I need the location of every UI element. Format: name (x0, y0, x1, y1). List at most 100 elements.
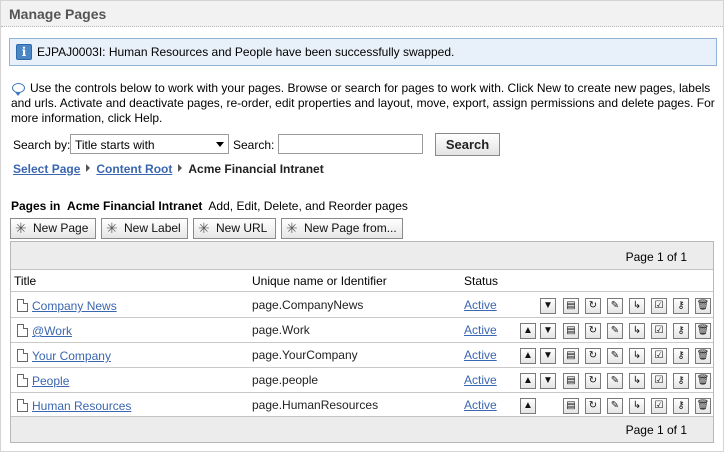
refresh-icon[interactable]: ↻ (585, 298, 601, 314)
permissions-key-icon[interactable]: ⚷ (673, 323, 689, 339)
delete-trash-icon[interactable]: 🗑 (695, 348, 711, 364)
page-document-icon (17, 324, 28, 337)
column-unique-name: Unique name or Identifier (252, 274, 387, 288)
page-document-icon (17, 349, 28, 362)
help-text: Use the controls below to work with your… (11, 81, 715, 125)
breadcrumb-content-root[interactable]: Content Root (96, 162, 172, 176)
column-status: Status (464, 274, 499, 288)
properties-icon[interactable]: ▤ (563, 298, 579, 314)
pages-in-name: Acme Financial Intranet (67, 199, 203, 213)
page-toolbar: ✳ New Page ✳ New Label ✳ New URL ✳ New Page … (10, 218, 510, 239)
export-icon[interactable]: ☑ (651, 323, 667, 339)
delete-trash-icon[interactable]: 🗑 (695, 323, 711, 339)
new-star-icon: ✳ (106, 220, 118, 236)
new-page-label: New Page (33, 221, 89, 235)
page-title-link[interactable]: Human Resources (32, 399, 131, 413)
table-row: @Work page.Work Active ▲ ▼ ▤ ↻ ✎ ↳ ☑ ⚷ 🗑 (11, 318, 713, 343)
refresh-icon[interactable]: ↻ (585, 323, 601, 339)
table-header: Title Unique name or Identifier Status (11, 270, 713, 292)
info-icon: i (16, 44, 32, 60)
edit-layout-icon[interactable]: ✎ (607, 348, 623, 364)
edit-layout-icon[interactable]: ✎ (607, 398, 623, 414)
table-row: People page.people Active ▲ ▼ ▤ ↻ ✎ ↳ ☑ ⚷ 🗑 (11, 368, 713, 393)
table-row: Company News page.CompanyNews Active ▼ ▤ ↻ ✎ ↳ ☑… (11, 293, 713, 318)
page-status-link[interactable]: Active (464, 373, 497, 387)
search-row: Search by: Title starts with Search: Sea… (13, 133, 513, 156)
page-status-link[interactable]: Active (464, 323, 497, 337)
move-up-icon[interactable]: ▲ (520, 398, 536, 414)
move-down-icon[interactable]: ▼ (540, 348, 556, 364)
move-down-icon[interactable]: ▼ (540, 298, 556, 314)
chevron-right-icon (178, 164, 183, 172)
edit-layout-icon[interactable]: ✎ (607, 373, 623, 389)
pages-in-prefix: Pages in (11, 199, 61, 213)
new-url-button[interactable]: ✳ New URL (193, 218, 276, 239)
page-status-link[interactable]: Active (464, 348, 497, 362)
pages-table-panel: Page 1 of 1 Title Unique name or Identif… (10, 241, 714, 443)
search-by-value: Title starts with (75, 138, 155, 152)
permissions-key-icon[interactable]: ⚷ (673, 298, 689, 314)
page-document-icon (17, 299, 28, 312)
properties-icon[interactable]: ▤ (563, 348, 579, 364)
edit-layout-icon[interactable]: ✎ (607, 298, 623, 314)
new-page-from-button[interactable]: ✳ New Page from... (281, 218, 403, 239)
edit-layout-icon[interactable]: ✎ (607, 323, 623, 339)
move-page-icon[interactable]: ↳ (629, 398, 645, 414)
export-icon[interactable]: ☑ (651, 398, 667, 414)
new-page-from-label: New Page from... (304, 221, 397, 235)
search-button[interactable]: Search (435, 133, 500, 156)
refresh-icon[interactable]: ↻ (585, 398, 601, 414)
export-icon[interactable]: ☑ (651, 373, 667, 389)
page-unique-name: page.people (252, 373, 319, 387)
search-input[interactable] (278, 134, 423, 154)
page-title-link[interactable]: People (32, 374, 69, 388)
refresh-icon[interactable]: ↻ (585, 348, 601, 364)
chevron-right-icon (86, 164, 91, 172)
page-title: Manage Pages (9, 6, 107, 22)
portlet-title-bar: Manage Pages (1, 1, 723, 27)
move-page-icon[interactable]: ↳ (629, 298, 645, 314)
move-up-icon[interactable]: ▲ (520, 348, 536, 364)
export-icon[interactable]: ☑ (651, 348, 667, 364)
export-icon[interactable]: ☑ (651, 298, 667, 314)
page-title-link[interactable]: Your Company (32, 349, 111, 363)
properties-icon[interactable]: ▤ (563, 323, 579, 339)
search-by-select[interactable]: Title starts with (70, 134, 229, 154)
move-down-icon[interactable]: ▼ (540, 373, 556, 389)
properties-icon[interactable]: ▤ (563, 398, 579, 414)
permissions-key-icon[interactable]: ⚷ (673, 373, 689, 389)
move-up-icon[interactable]: ▲ (520, 373, 536, 389)
new-label-button[interactable]: ✳ New Label (101, 218, 188, 239)
properties-icon[interactable]: ▤ (563, 373, 579, 389)
delete-trash-icon[interactable]: 🗑 (695, 398, 711, 414)
page-status-link[interactable]: Active (464, 398, 497, 412)
page-title-link[interactable]: Company News (32, 299, 117, 313)
permissions-key-icon[interactable]: ⚷ (673, 348, 689, 364)
permissions-key-icon[interactable]: ⚷ (673, 398, 689, 414)
move-up-icon[interactable]: ▲ (520, 323, 536, 339)
page-document-icon (17, 374, 28, 387)
delete-trash-icon[interactable]: 🗑 (695, 298, 711, 314)
delete-trash-icon[interactable]: 🗑 (695, 373, 711, 389)
breadcrumb: Select Page Content Root Acme Financial In… (13, 162, 513, 178)
page-status-link[interactable]: Active (464, 298, 497, 312)
move-page-icon[interactable]: ↳ (629, 323, 645, 339)
move-page-icon[interactable]: ↳ (629, 348, 645, 364)
new-page-button[interactable]: ✳ New Page (10, 218, 96, 239)
page-title-link[interactable]: @Work (32, 324, 72, 338)
column-title: Title (14, 274, 37, 288)
status-message: i EJPAJ0003I: Human Resources and People… (9, 38, 717, 66)
search-by-label: Search by: (13, 138, 71, 152)
move-page-icon[interactable]: ↳ (629, 373, 645, 389)
pages-in-suffix: Add, Edit, Delete, and Reorder pages (208, 199, 408, 213)
pages-in-heading: Pages in Acme Financial Intranet Add, Ed… (11, 199, 408, 213)
page-unique-name: page.Work (252, 323, 310, 337)
chevron-down-icon (216, 142, 224, 147)
refresh-icon[interactable]: ↻ (585, 373, 601, 389)
page-unique-name: page.HumanResources (252, 398, 379, 412)
move-down-icon[interactable]: ▼ (540, 323, 556, 339)
new-label-label: New Label (124, 221, 181, 235)
breadcrumb-current: Acme Financial Intranet (188, 162, 324, 176)
page-unique-name: page.CompanyNews (252, 298, 364, 312)
breadcrumb-select-page[interactable]: Select Page (13, 162, 80, 176)
